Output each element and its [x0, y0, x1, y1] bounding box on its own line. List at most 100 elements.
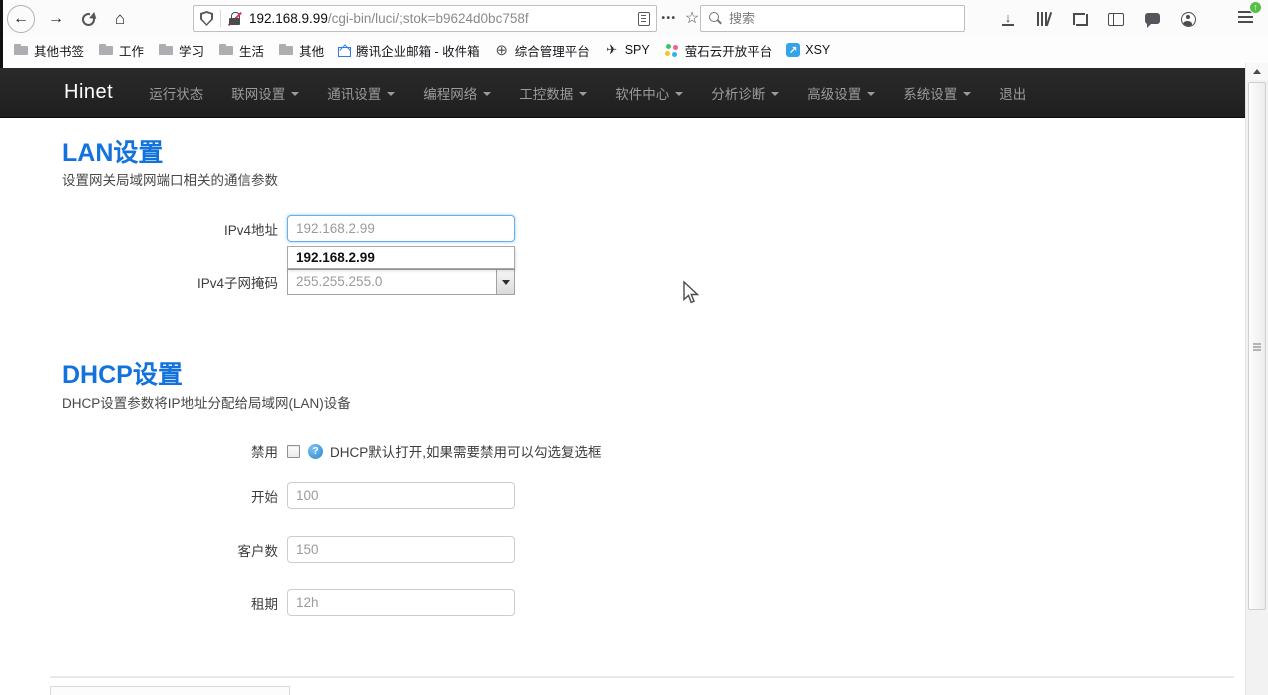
ipv4-address-input[interactable]	[287, 215, 515, 242]
bookmark-icon	[158, 42, 174, 58]
url-bar[interactable]: 192.168.9.99/cgi-bin/luci/;stok=b9624d0b…	[193, 5, 657, 32]
back-button[interactable]: ←	[7, 5, 35, 33]
bookmark-item-0[interactable]: 其他书签	[6, 39, 91, 61]
dhcp-lease-label: 租期	[62, 593, 278, 613]
mouse-cursor	[681, 280, 701, 306]
bookmark-item-8[interactable]: 萤石云开放平台	[657, 39, 780, 61]
bookmark-item-5[interactable]: 腾讯企业邮箱 - 收件箱	[331, 39, 487, 61]
nav-item-6[interactable]: 分析诊断	[697, 83, 793, 103]
dropdown-arrow-icon[interactable]	[496, 270, 514, 294]
dhcp-clients-input[interactable]	[287, 536, 515, 563]
account-icon	[1181, 12, 1196, 27]
nav-item-label: 工控数据	[519, 83, 573, 103]
bookmark-icon	[604, 42, 620, 58]
dhcp-disable-checkbox[interactable]	[287, 445, 300, 458]
bookmark-item-2[interactable]: 学习	[151, 39, 211, 61]
bookmark-icon	[494, 42, 510, 58]
dhcp-disable-label: 禁用	[62, 441, 278, 461]
dhcp-clients-row: 客户数	[62, 536, 515, 563]
bookmark-icon	[13, 42, 29, 58]
dhcp-disable-row: 禁用 ? DHCP默认打开,如果需要禁用可以勾选复选框	[62, 441, 602, 461]
menu-button[interactable]: ↑	[1236, 8, 1256, 28]
account-button[interactable]	[1180, 11, 1196, 27]
help-icon[interactable]: ?	[308, 444, 323, 459]
bookmarks-bar: 其他书签 工作 学习 生活 其他 腾讯企业邮箱 - 收件箱 综合管理平台	[0, 37, 1268, 63]
page-actions-icon[interactable]: •••	[658, 5, 680, 32]
bookmark-item-9[interactable]: XSY	[779, 39, 837, 61]
library-button[interactable]	[1036, 11, 1052, 27]
ipv4-address-row: IPv4地址	[62, 215, 515, 242]
bookmark-item-4[interactable]: 其他	[271, 39, 331, 61]
lan-section-subtitle: 设置网关局域网端口相关的通信参数	[62, 169, 278, 189]
url-path: /cgi-bin/luci/;stok=b9624d0bc758f	[328, 11, 529, 26]
bookmark-icon	[786, 43, 800, 57]
nav-item-5[interactable]: 软件中心	[601, 83, 697, 103]
url-text: 192.168.9.99/cgi-bin/luci/;stok=b9624d0b…	[249, 11, 632, 26]
vertical-scrollbar[interactable]	[1245, 63, 1268, 695]
bookmark-label: 萤石云开放平台	[685, 41, 773, 60]
bookmark-label: 工作	[119, 41, 144, 60]
dhcp-clients-label: 客户数	[62, 540, 278, 560]
search-box[interactable]	[700, 5, 965, 32]
nav-item-1[interactable]: 联网设置	[217, 83, 313, 103]
search-input[interactable]	[729, 11, 956, 26]
dhcp-section-subtitle: DHCP设置参数将IP地址分配给局域网(LAN)设备	[62, 392, 351, 412]
app-navbar: Hinet 运行状态 联网设置 通讯设置 编程网络 工控数据	[0, 68, 1268, 118]
bookmark-item-3[interactable]: 生活	[211, 39, 271, 61]
home-icon: ⌂	[115, 9, 125, 29]
forward-button[interactable]: →	[42, 5, 70, 33]
chevron-down-icon	[483, 92, 491, 96]
nav-item-3[interactable]: 编程网络	[409, 83, 505, 103]
sidebar-button[interactable]	[1108, 11, 1124, 27]
reload-button[interactable]	[74, 5, 102, 33]
chevron-down-icon	[579, 92, 587, 96]
chevron-down-icon	[963, 92, 971, 96]
tracking-shield-icon[interactable]	[200, 11, 213, 26]
chevron-down-icon	[675, 92, 683, 96]
window-edge	[0, 0, 3, 68]
dhcp-section-title: DHCP设置	[62, 355, 183, 391]
netmask-select[interactable]: 255.255.255.0	[287, 269, 515, 295]
nav-item-7[interactable]: 高级设置	[793, 83, 889, 103]
autocomplete-suggestion[interactable]: 192.168.2.99	[287, 246, 515, 269]
dhcp-start-input[interactable]	[287, 482, 515, 509]
bookmark-icon	[664, 42, 680, 58]
nav-item-label: 联网设置	[231, 83, 285, 103]
bookmark-item-7[interactable]: SPY	[597, 39, 657, 61]
bookmark-label: 生活	[239, 41, 264, 60]
bookmark-label: 学习	[179, 41, 204, 60]
screenshot-button[interactable]	[1072, 11, 1088, 27]
nav-item-label: 运行状态	[149, 83, 203, 103]
nav-item-0[interactable]: 运行状态	[135, 83, 217, 103]
chevron-down-icon	[387, 92, 395, 96]
home-button[interactable]: ⌂	[106, 5, 134, 33]
nav-item-8[interactable]: 系统设置	[889, 83, 985, 103]
reload-icon	[82, 13, 95, 26]
url-host: 192.168.9.99	[249, 11, 328, 26]
nav-item-label: 退出	[999, 83, 1026, 103]
bookmark-label: XSY	[805, 43, 830, 57]
nav-item-4[interactable]: 工控数据	[505, 83, 601, 103]
scroll-up-button[interactable]	[1246, 63, 1268, 80]
download-button[interactable]: ↓	[1000, 11, 1016, 27]
screenshot-icon	[1073, 12, 1088, 27]
bookmark-item-6[interactable]: 综合管理平台	[487, 39, 597, 61]
nav-item-9[interactable]: 退出	[985, 83, 1040, 103]
search-icon	[709, 12, 722, 25]
lan-section-title: LAN设置	[62, 133, 163, 169]
dhcp-lease-input[interactable]	[287, 589, 515, 616]
nav-item-label: 通讯设置	[327, 83, 381, 103]
nav-item-2[interactable]: 通讯设置	[313, 83, 409, 103]
brand-logo[interactable]: Hinet	[64, 81, 113, 104]
scrollbar-thumb[interactable]	[1248, 82, 1266, 610]
netmask-label: IPv4子网掩码	[62, 272, 278, 292]
insecure-lock-icon[interactable]	[228, 12, 242, 26]
reader-mode-icon[interactable]	[638, 12, 650, 26]
bookmark-item-1[interactable]: 工作	[91, 39, 151, 61]
slash-mark	[228, 11, 242, 25]
dhcp-lease-row: 租期	[62, 589, 515, 616]
messages-button[interactable]	[1144, 11, 1160, 27]
bookmark-icon	[218, 42, 234, 58]
forward-icon: →	[48, 10, 64, 28]
back-icon: ←	[13, 10, 29, 28]
